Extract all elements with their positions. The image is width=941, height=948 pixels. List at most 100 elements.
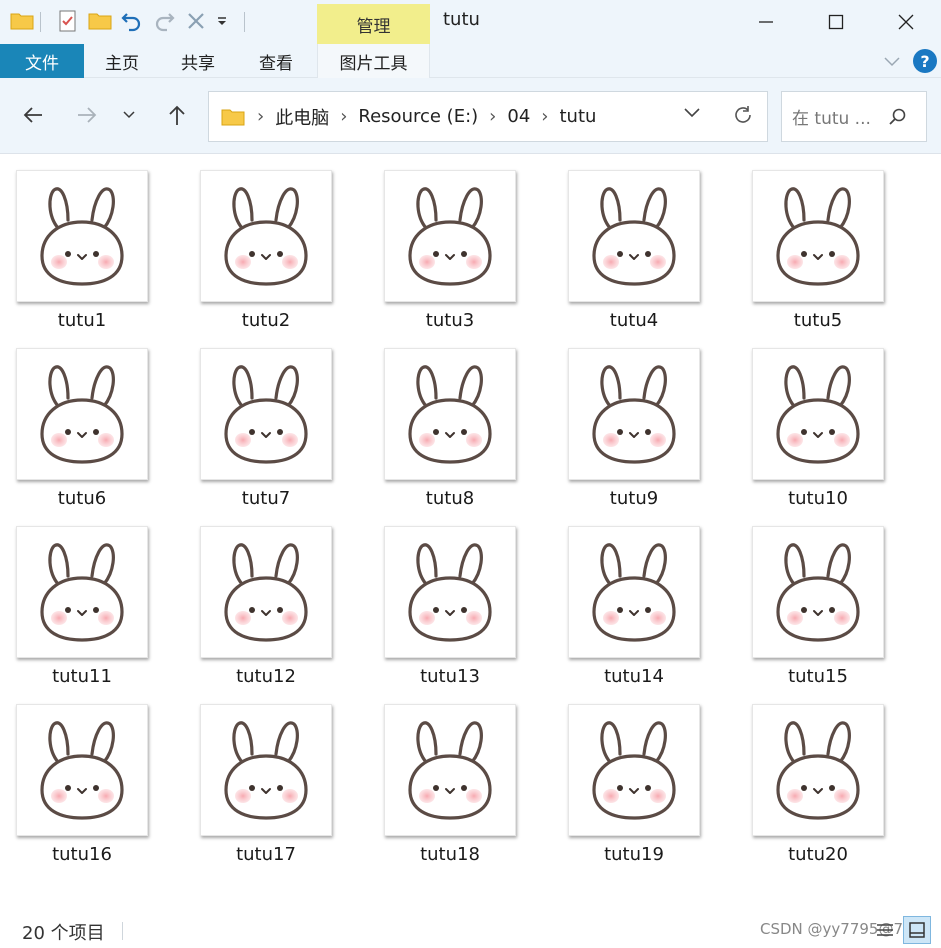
chevron-down-icon[interactable] xyxy=(683,107,701,119)
chevron-right-icon[interactable]: › xyxy=(340,106,347,127)
breadcrumb-current[interactable]: tutu xyxy=(559,106,596,127)
file-name[interactable]: tutu20 xyxy=(736,844,900,865)
help-icon[interactable]: ? xyxy=(913,49,937,73)
bunny-thumbnail[interactable] xyxy=(384,704,516,836)
file-item[interactable]: tutu20 xyxy=(736,694,886,865)
file-name[interactable]: tutu4 xyxy=(552,310,716,331)
tab-file[interactable]: 文件 xyxy=(0,44,84,78)
close-button[interactable] xyxy=(871,0,941,44)
folder-icon xyxy=(221,107,245,127)
bunny-thumbnail[interactable] xyxy=(16,348,148,480)
bunny-thumbnail[interactable] xyxy=(384,170,516,302)
file-item[interactable]: tutu18 xyxy=(368,694,518,865)
file-item[interactable]: tutu17 xyxy=(184,694,334,865)
bunny-thumbnail[interactable] xyxy=(384,526,516,658)
expand-ribbon-icon[interactable] xyxy=(882,52,902,72)
tab-picture-tools[interactable]: 图片工具 xyxy=(317,44,430,78)
chevron-right-icon[interactable]: › xyxy=(541,106,548,127)
bunny-thumbnail[interactable] xyxy=(200,170,332,302)
file-name[interactable]: tutu17 xyxy=(184,844,348,865)
file-name[interactable]: tutu3 xyxy=(368,310,532,331)
file-item[interactable]: tutu15 xyxy=(736,516,886,687)
tab-home[interactable]: 主页 xyxy=(90,44,154,78)
file-name[interactable]: tutu1 xyxy=(0,310,164,331)
tab-share[interactable]: 共享 xyxy=(166,44,230,78)
chevron-right-icon[interactable]: › xyxy=(257,106,264,127)
bunny-thumbnail[interactable] xyxy=(16,526,148,658)
manage-tab[interactable]: 管理 xyxy=(317,4,430,44)
back-button[interactable] xyxy=(18,100,48,130)
file-name[interactable]: tutu11 xyxy=(0,666,164,687)
forward-button[interactable] xyxy=(72,100,102,130)
bunny-thumbnail[interactable] xyxy=(568,170,700,302)
file-item[interactable]: tutu6 xyxy=(0,338,150,509)
file-name[interactable]: tutu10 xyxy=(736,488,900,509)
ribbon-tabs: 文件 主页 共享 查看 图片工具 ? xyxy=(0,44,941,78)
bunny-thumbnail[interactable] xyxy=(200,704,332,836)
bunny-thumbnail[interactable] xyxy=(568,704,700,836)
search-box[interactable]: 在 tutu ... xyxy=(781,91,927,142)
chevron-right-icon[interactable]: › xyxy=(489,106,496,127)
file-item[interactable]: tutu4 xyxy=(552,160,702,331)
file-name[interactable]: tutu5 xyxy=(736,310,900,331)
breadcrumb-folder[interactable]: 04 xyxy=(507,106,530,127)
redo-icon[interactable] xyxy=(151,8,177,34)
bunny-thumbnail[interactable] xyxy=(568,526,700,658)
large-icons-view-button[interactable] xyxy=(903,916,931,944)
file-name[interactable]: tutu8 xyxy=(368,488,532,509)
undo-icon[interactable] xyxy=(119,8,145,34)
bunny-thumbnail[interactable] xyxy=(16,170,148,302)
delete-icon[interactable] xyxy=(183,8,209,34)
file-name[interactable]: tutu14 xyxy=(552,666,716,687)
file-item[interactable]: tutu19 xyxy=(552,694,702,865)
new-folder-icon[interactable] xyxy=(87,8,113,34)
customize-toolbar-icon[interactable] xyxy=(212,8,232,34)
minimize-button[interactable] xyxy=(731,0,801,44)
properties-icon[interactable] xyxy=(55,8,81,34)
bunny-thumbnail[interactable] xyxy=(568,348,700,480)
maximize-button[interactable] xyxy=(801,0,871,44)
breadcrumb-this-pc[interactable]: 此电脑 xyxy=(275,104,329,130)
up-button[interactable] xyxy=(162,100,192,130)
refresh-icon[interactable] xyxy=(732,104,754,126)
file-item[interactable]: tutu12 xyxy=(184,516,334,687)
divider xyxy=(244,12,245,32)
bunny-thumbnail[interactable] xyxy=(200,526,332,658)
file-name[interactable]: tutu13 xyxy=(368,666,532,687)
file-item[interactable]: tutu14 xyxy=(552,516,702,687)
address-bar[interactable]: › 此电脑 › Resource (E:) › 04 › tutu xyxy=(208,91,768,142)
bunny-thumbnail[interactable] xyxy=(200,348,332,480)
bunny-thumbnail[interactable] xyxy=(16,704,148,836)
file-name[interactable]: tutu19 xyxy=(552,844,716,865)
bunny-thumbnail[interactable] xyxy=(752,170,884,302)
file-item[interactable]: tutu5 xyxy=(736,160,886,331)
search-placeholder[interactable]: 在 tutu ... xyxy=(792,104,871,129)
file-item[interactable]: tutu8 xyxy=(368,338,518,509)
file-item[interactable]: tutu10 xyxy=(736,338,886,509)
file-name[interactable]: tutu2 xyxy=(184,310,348,331)
bunny-thumbnail[interactable] xyxy=(752,348,884,480)
recent-locations-icon[interactable] xyxy=(117,100,141,130)
file-item[interactable]: tutu1 xyxy=(0,160,150,331)
file-item[interactable]: tutu9 xyxy=(552,338,702,509)
file-item[interactable]: tutu11 xyxy=(0,516,150,687)
bunny-thumbnail[interactable] xyxy=(752,526,884,658)
details-view-button[interactable] xyxy=(871,916,899,944)
tab-view[interactable]: 查看 xyxy=(244,44,308,78)
bunny-thumbnail[interactable] xyxy=(752,704,884,836)
file-item[interactable]: tutu7 xyxy=(184,338,334,509)
file-item[interactable]: tutu16 xyxy=(0,694,150,865)
breadcrumb-drive[interactable]: Resource (E:) xyxy=(358,106,478,127)
file-name[interactable]: tutu7 xyxy=(184,488,348,509)
file-name[interactable]: tutu9 xyxy=(552,488,716,509)
file-item[interactable]: tutu2 xyxy=(184,160,334,331)
file-name[interactable]: tutu6 xyxy=(0,488,164,509)
file-item[interactable]: tutu3 xyxy=(368,160,518,331)
file-name[interactable]: tutu18 xyxy=(368,844,532,865)
file-name[interactable]: tutu15 xyxy=(736,666,900,687)
search-icon[interactable] xyxy=(888,107,908,127)
file-item[interactable]: tutu13 xyxy=(368,516,518,687)
bunny-thumbnail[interactable] xyxy=(384,348,516,480)
file-name[interactable]: tutu16 xyxy=(0,844,164,865)
file-name[interactable]: tutu12 xyxy=(184,666,348,687)
